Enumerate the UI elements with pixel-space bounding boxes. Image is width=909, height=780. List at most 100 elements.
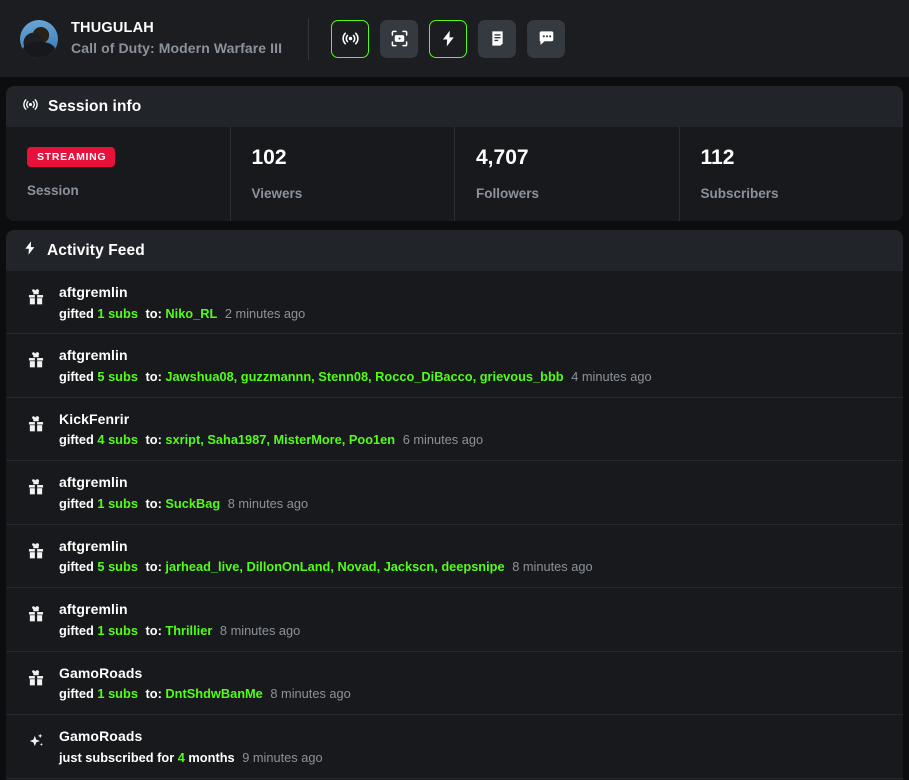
- stat-value: 102: [251, 146, 287, 169]
- activity-timestamp: 4 minutes ago: [571, 368, 652, 384]
- activity-timestamp: 2 minutes ago: [224, 305, 306, 321]
- broadcast-icon: [341, 29, 360, 48]
- gift-icon: [26, 604, 46, 624]
- channel-topbar: THUGULAH Call of Duty: Modern Warfare II…: [0, 0, 909, 77]
- session-info-panel: Session info STREAMING Session 102 Viewe…: [6, 86, 903, 221]
- activity-timestamp: 8 minutes ago: [512, 559, 593, 575]
- activity-detail: gifted 1 subs to: Thrillier 8 minutes ag…: [59, 622, 301, 638]
- gift-icon: [26, 414, 46, 434]
- gift-amount: 4 subs: [97, 432, 138, 448]
- notes-icon: [488, 29, 507, 48]
- stat-session: STREAMING Session: [6, 127, 231, 221]
- activity-feed-row[interactable]: KickFenrir gifted 4 subs to: sxript, Saha…: [6, 398, 903, 462]
- stat-subscribers: 112 Subscribers: [680, 127, 904, 221]
- activity-feed-header: Activity Feed: [6, 230, 903, 271]
- avatar[interactable]: [20, 19, 58, 58]
- broadcast-icon: [22, 96, 39, 118]
- activity-detail: gifted 1 subs to: SuckBag 8 minutes ago: [59, 495, 309, 511]
- activity-detail: just subscribed for 4 months 9 minutes a…: [59, 749, 323, 765]
- chat-bubble-icon: [537, 29, 556, 48]
- gift-icon: [26, 668, 46, 688]
- gift-amount: 5 subs: [97, 368, 138, 384]
- gift-amount: 5 subs: [97, 559, 138, 575]
- stat-followers: 4,707 Followers: [455, 127, 680, 221]
- activity-username[interactable]: GamoRoads: [59, 728, 323, 746]
- channel-name: THUGULAH: [71, 20, 154, 37]
- activity-username[interactable]: aftgremlin: [59, 347, 652, 365]
- activity-feed-title: Activity Feed: [47, 241, 145, 259]
- activity-feed-row[interactable]: aftgremlin gifted 5 subs to: jarhead_live…: [6, 525, 903, 589]
- activity-detail: gifted 1 subs to: Niko_RL 2 minutes ago: [59, 305, 306, 321]
- activity-username[interactable]: KickFenrir: [59, 411, 483, 429]
- activity-row-body: aftgremlin gifted 5 subs to: jarhead_live…: [59, 538, 593, 575]
- gift-icon: [26, 287, 46, 307]
- gift-recipients: Niko_RL: [165, 305, 218, 321]
- activity-username[interactable]: aftgremlin: [59, 474, 308, 492]
- activity-feed-button[interactable]: [429, 19, 468, 58]
- activity-detail: gifted 5 subs to: jarhead_live, DillonOn…: [59, 559, 593, 575]
- activity-feed-panel: Activity Feed aftgremlin gifted 1 subs to…: [6, 230, 903, 780]
- chat-button[interactable]: [527, 19, 566, 58]
- activity-username[interactable]: aftgremlin: [59, 538, 593, 556]
- gift-recipients: SuckBag: [165, 495, 221, 511]
- lightning-bolt-icon: [439, 29, 458, 48]
- gift-icon: [26, 541, 46, 561]
- activity-row-body: GamoRoads just subscribed for 4 months 9 …: [59, 728, 323, 765]
- activity-username[interactable]: aftgremlin: [59, 601, 300, 619]
- session-info-title: Session info: [48, 97, 142, 115]
- activity-feed-row[interactable]: aftgremlin gifted 1 subs to: Niko_RL 2 mi…: [6, 271, 903, 335]
- gift-amount: 1 subs: [97, 622, 138, 638]
- stat-value: 112: [700, 146, 735, 169]
- gift-recipients: Thrillier: [165, 622, 213, 638]
- activity-feed-row[interactable]: GamoRoads just subscribed for 4 months 9 …: [6, 715, 903, 779]
- activity-row-body: aftgremlin gifted 1 subs to: Niko_RL 2 mi…: [59, 284, 305, 321]
- activity-feed-row[interactable]: aftgremlin gifted 1 subs to: Thrillier 8 …: [6, 588, 903, 652]
- stat-label: Session: [27, 183, 79, 198]
- activity-timestamp: 8 minutes ago: [270, 686, 351, 702]
- gift-amount: 1 subs: [97, 495, 138, 511]
- activity-timestamp: 8 minutes ago: [227, 495, 309, 511]
- stat-label: Followers: [476, 186, 540, 201]
- gift-recipients: Jawshua08, guzzmannn, Stenn08, Rocco_DiB…: [165, 368, 564, 384]
- activity-username[interactable]: GamoRoads: [59, 665, 351, 683]
- stat-label: Subscribers: [700, 186, 779, 201]
- sparkle-icon: [26, 731, 46, 751]
- channel-game: Call of Duty: Modern Warfare III: [71, 40, 283, 57]
- status-badge: STREAMING: [27, 147, 116, 167]
- activity-timestamp: 8 minutes ago: [219, 622, 301, 638]
- activity-detail: gifted 4 subs to: sxript, Saha1987, Mist…: [59, 432, 484, 448]
- gift-icon: [26, 350, 46, 370]
- activity-feed-list[interactable]: aftgremlin gifted 1 subs to: Niko_RL 2 mi…: [6, 271, 903, 780]
- activity-detail: gifted 1 subs to: DntShdwBanMe 8 minutes…: [59, 686, 351, 702]
- activity-row-body: GamoRoads gifted 1 subs to: DntShdwBanMe …: [59, 665, 351, 702]
- activity-username[interactable]: aftgremlin: [59, 284, 305, 302]
- stream-toggle-button[interactable]: [331, 19, 370, 58]
- activity-timestamp: 6 minutes ago: [402, 432, 484, 448]
- lightning-bolt-icon: [22, 240, 38, 261]
- gift-amount: 1 subs: [97, 686, 138, 702]
- activity-row-body: aftgremlin gifted 1 subs to: SuckBag 8 mi…: [59, 474, 308, 511]
- session-info-header: Session info: [6, 86, 903, 127]
- activity-feed-row[interactable]: GamoRoads gifted 1 subs to: DntShdwBanMe …: [6, 652, 903, 716]
- stat-label: Viewers: [251, 186, 303, 201]
- topbar-divider: [308, 17, 310, 60]
- activity-row-body: aftgremlin gifted 5 subs to: Jawshua08, g…: [59, 347, 652, 384]
- notes-button[interactable]: [478, 19, 517, 58]
- channel-identity: THUGULAH Call of Duty: Modern Warfare II…: [71, 20, 282, 57]
- gift-recipients: sxript, Saha1987, MisterMore, Poo1en: [165, 432, 396, 448]
- clip-capture-button[interactable]: [380, 19, 419, 58]
- gift-amount: 1 subs: [97, 305, 138, 321]
- activity-row-body: aftgremlin gifted 1 subs to: Thrillier 8 …: [59, 601, 300, 638]
- activity-detail: gifted 5 subs to: Jawshua08, guzzmannn, …: [59, 368, 652, 384]
- gift-icon: [26, 477, 46, 497]
- gift-recipients: jarhead_live, DillonOnLand, Novad, Jacks…: [165, 559, 505, 575]
- activity-feed-row[interactable]: aftgremlin gifted 5 subs to: Jawshua08, g…: [6, 334, 903, 398]
- activity-feed-row[interactable]: aftgremlin gifted 1 subs to: SuckBag 8 mi…: [6, 461, 903, 525]
- session-stats-row: STREAMING Session 102 Viewers 4,707 Foll…: [6, 127, 903, 221]
- stat-viewers: 102 Viewers: [231, 127, 455, 221]
- channel-action-buttons: [331, 19, 566, 58]
- stat-value: 4,707: [476, 146, 529, 169]
- sub-months: 4: [177, 749, 185, 765]
- activity-timestamp: 9 minutes ago: [242, 749, 323, 765]
- activity-row-body: KickFenrir gifted 4 subs to: sxript, Saha…: [59, 411, 483, 448]
